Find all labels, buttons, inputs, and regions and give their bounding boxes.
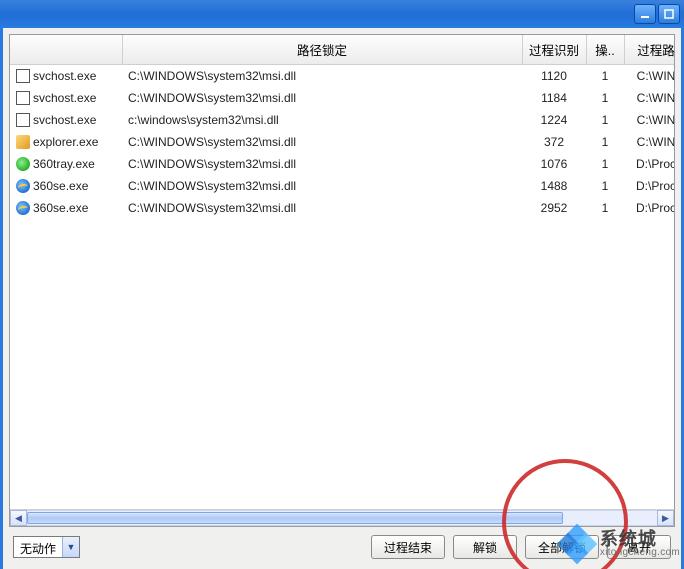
cell-proc-path: C:\WIN [624,131,675,153]
col-header-op[interactable]: 操.. [586,35,624,65]
process-list: 路径锁定 过程识别 操.. 过程路 svchost.exe C:\WINDOWS\… [9,34,675,527]
process-table: 路径锁定 过程识别 操.. 过程路 svchost.exe C:\WINDOWS\… [10,35,675,219]
table-row[interactable]: svchost.exeC:\WINDOWS\system32\msi.dll11… [10,87,675,109]
cell-op: 1 [586,87,624,109]
maximize-button[interactable] [658,4,680,24]
cell-op: 1 [586,175,624,197]
scroll-left-arrow-icon[interactable]: ◀ [10,510,27,526]
file-empty [16,91,30,105]
explorer-icon [16,135,30,149]
process-name-label: 360se.exe [33,179,88,193]
leave-button[interactable]: 离开 [607,535,671,559]
scroll-track[interactable] [27,510,657,526]
window-titlebar [0,0,684,28]
ie-icon [16,201,30,215]
cell-op: 1 [586,109,624,131]
window-body: 路径锁定 过程识别 操.. 过程路 svchost.exe C:\WINDOWS\… [0,28,684,569]
cell-pid: 1184 [522,87,586,109]
col-header-path[interactable]: 路径锁定 [122,35,522,65]
unlock-button[interactable]: 解锁 [453,535,517,559]
cell-op: 1 [586,131,624,153]
end-process-button[interactable]: 过程结束 [371,535,445,559]
cell-process-name: svchost.exe [10,109,122,131]
cell-pid: 1120 [522,65,586,88]
table-row[interactable]: svchost.exeC:\WINDOWS\system32\msi.dll11… [10,65,675,88]
table-row[interactable]: 360se.exe C:\WINDOWS\system32\msi.dll1488… [10,175,675,197]
table-row[interactable]: 360tray.exe C:\WINDOWS\system32\msi.dll10… [10,153,675,175]
cell-op: 1 [586,65,624,88]
action-combo-value: 无动作 [14,537,62,557]
cell-process-name: svchost.exe [10,65,122,88]
cell-path: C:\WINDOWS\system32\msi.dll [122,175,522,197]
table-row[interactable]: svchost.exe c:\windows\system32\msi.dll12… [10,109,675,131]
horizontal-scrollbar[interactable]: ◀ ▶ [10,509,674,526]
minimize-button[interactable] [634,4,656,24]
cell-process-name: explorer.exe [10,131,122,153]
cell-proc-path: C:\WIN [624,65,675,88]
cell-path: C:\WINDOWS\system32\msi.dll [122,197,522,219]
cell-pid: 1488 [522,175,586,197]
file-empty [16,69,30,83]
table-row[interactable]: explorer.exe C:\WINDOWS\system32\msi.dll3… [10,131,675,153]
scroll-right-arrow-icon[interactable]: ▶ [657,510,674,526]
process-name-label: svchost.exe [33,91,96,105]
chevron-down-icon[interactable]: ▼ [62,537,79,557]
process-name-label: svchost.exe [33,113,96,127]
ie-icon [16,179,30,193]
cell-process-name: 360se.exe [10,197,122,219]
tray-icon [16,157,30,171]
cell-process-name: 360tray.exe [10,153,122,175]
cell-path: C:\WINDOWS\system32\msi.dll [122,131,522,153]
scroll-thumb[interactable] [27,512,563,524]
cell-pid: 372 [522,131,586,153]
cell-process-name: svchost.exe [10,87,122,109]
cell-pid: 2952 [522,197,586,219]
cell-op: 1 [586,197,624,219]
cell-proc-path: D:\Proc [624,175,675,197]
unlock-all-button[interactable]: 全部解锁 [525,535,599,559]
cell-pid: 1076 [522,153,586,175]
process-name-label: 360se.exe [33,201,88,215]
cell-pid: 1224 [522,109,586,131]
col-header-pid[interactable]: 过程识别 [522,35,586,65]
cell-process-name: 360se.exe [10,175,122,197]
cell-path: C:\WINDOWS\system32\msi.dll [122,65,522,88]
cell-proc-path: C:\WIN [624,87,675,109]
cell-path: c:\windows\system32\msi.dll [122,109,522,131]
process-name-label: 360tray.exe [33,157,95,171]
cell-path: C:\WINDOWS\system32\msi.dll [122,87,522,109]
bottom-toolbar: 无动作 ▼ 过程结束 解锁 全部解锁 离开 [9,527,675,563]
cell-op: 1 [586,153,624,175]
cell-proc-path: D:\Proc [624,197,675,219]
process-name-label: svchost.exe [33,69,96,83]
process-name-label: explorer.exe [33,135,98,149]
col-header-name[interactable] [10,35,122,65]
cell-path: C:\WINDOWS\system32\msi.dll [122,153,522,175]
action-combo[interactable]: 无动作 ▼ [13,536,80,558]
table-row[interactable]: 360se.exe C:\WINDOWS\system32\msi.dll2952… [10,197,675,219]
file-empty [16,113,30,127]
col-header-proc[interactable]: 过程路 [624,35,675,65]
cell-proc-path: D:\Proc [624,153,675,175]
cell-proc-path: C:\WIN [624,109,675,131]
